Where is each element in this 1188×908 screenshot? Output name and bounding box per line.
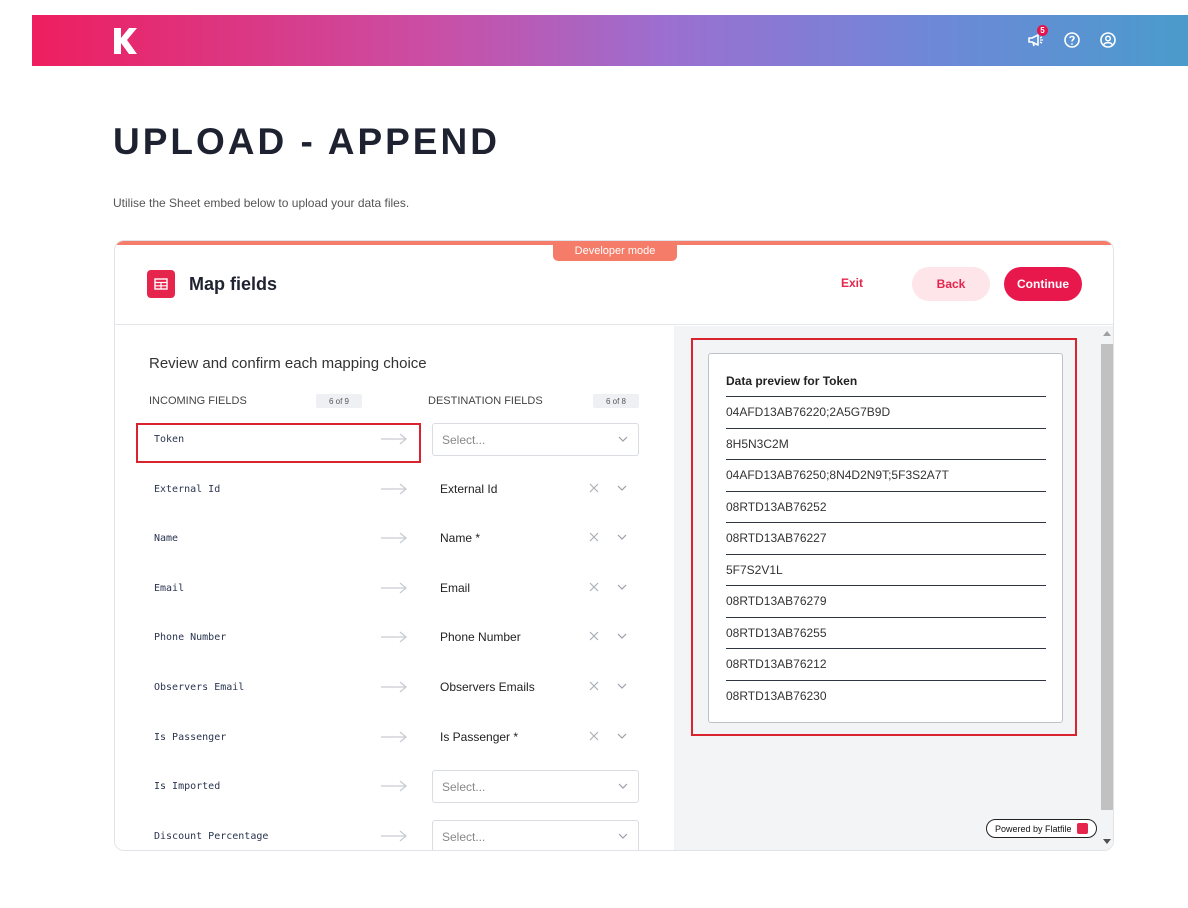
destination-count: 6 of 8 [593,394,639,408]
destination-field-value[interactable]: External Id [440,482,497,496]
scroll-up-arrow-icon[interactable] [1103,331,1111,336]
chevron-down-icon [618,833,628,839]
incoming-fields-header: INCOMING FIELDS [149,395,247,407]
chevron-down-icon [618,436,628,442]
clear-icon[interactable] [589,532,599,542]
preview-value: 08RTD13AB76227 [726,522,1046,554]
preview-scrollbar[interactable] [1099,326,1113,850]
flatfile-logo-icon [1076,823,1088,834]
notification-badge: 5 [1037,25,1048,36]
mapping-row: Email Email [115,572,674,606]
mapping-row: Observers Email Observers Emails [115,671,674,705]
incoming-count: 6 of 9 [316,394,362,408]
clear-icon[interactable] [589,483,599,493]
preview-value: 08RTD13AB76230 [726,679,1046,712]
select-placeholder: Select... [442,829,486,844]
arrow-right-icon [381,731,408,743]
table-icon [147,270,175,298]
preview-panel: Data preview for Token 04AFD13AB76220;2A… [674,326,1113,850]
highlight-token-field [136,423,421,463]
card-title: Map fields [189,274,278,294]
arrow-right-icon [381,681,408,693]
arrow-right-icon [381,483,408,495]
preview-value: 08RTD13AB76252 [726,490,1046,523]
preview-value: 8H5N3C2M [726,427,1046,460]
incoming-field-label: Phone Number [154,632,227,644]
mapping-row: Phone Number Phone Number [115,621,674,655]
chevron-down-icon [618,783,628,790]
continue-button[interactable]: Continue [1004,267,1082,301]
clear-icon[interactable] [589,681,599,691]
destination-select[interactable]: Select... [432,423,639,456]
destination-field-value[interactable]: Phone Number [440,630,521,644]
logo-icon[interactable] [112,26,138,56]
chevron-down-icon[interactable] [617,633,627,640]
help-button[interactable] [1060,28,1084,52]
destination-fields-header: DESTINATION FIELDS [428,395,543,407]
scrollbar-thumb[interactable] [1101,344,1113,810]
preview-value: 04AFD13AB76250;8N4D2N9T;5F3S2A7T [726,459,1046,491]
mapping-row: Discount Percentage Select... [115,819,674,850]
chevron-down-icon[interactable] [617,683,627,690]
mapping-panel: Review and confirm each mapping choice I… [115,326,674,850]
incoming-field-label: Is Imported [154,781,221,793]
mapping-row: Name Name * [115,522,674,556]
mapping-row: Is Imported Select... [115,770,674,804]
select-placeholder: Select... [442,433,486,447]
incoming-field-label: Observers Email [154,682,245,693]
arrow-right-icon [381,532,408,544]
preview-value: 04AFD13AB76220;2A5G7B9D [726,396,1046,428]
incoming-field-label: Discount Percentage [154,830,269,842]
top-nav-bar: 5 [32,15,1188,66]
chevron-down-icon[interactable] [617,485,627,492]
destination-field-value[interactable]: Is Passenger * [440,730,518,744]
preview-value: 08RTD13AB76212 [726,648,1046,680]
arrow-right-icon [381,631,408,643]
arrow-right-icon [381,780,408,792]
preview-title: Data preview for Token [726,374,858,388]
chevron-down-icon[interactable] [617,733,627,740]
account-button[interactable] [1096,28,1120,52]
help-icon [1064,32,1080,48]
incoming-field-label: External Id [154,483,221,495]
destination-select[interactable]: Select... [432,770,639,804]
card-header: Map fields Exit Back Continue [115,245,1113,325]
incoming-field-label: Is Passenger [154,731,227,743]
preview-value: 08RTD13AB76255 [726,616,1046,649]
account-icon [1100,32,1116,48]
data-preview-box: Data preview for Token 04AFD13AB76220;2A… [708,353,1063,723]
chevron-down-icon[interactable] [617,534,627,541]
preview-value: 5F7S2V1L [726,553,1046,586]
clear-icon[interactable] [589,631,599,641]
clear-icon[interactable] [589,731,599,741]
exit-button[interactable]: Exit [841,276,863,290]
destination-field-value[interactable]: Observers Emails [440,680,535,694]
page-title: UPLOAD - APPEND [113,121,500,162]
powered-by-flatfile-link[interactable]: Powered by Flatfile [986,819,1097,838]
incoming-field-label: Email [154,582,185,594]
mapping-row: External Id External Id [115,473,674,507]
destination-field-value[interactable]: Email [440,581,470,595]
clear-icon[interactable] [589,582,599,592]
notifications-button[interactable]: 5 [1024,25,1048,52]
page-subtitle: Utilise the Sheet embed below to upload … [113,196,410,210]
chevron-down-icon[interactable] [617,584,627,591]
select-placeholder: Select... [442,780,486,795]
preview-list: 04AFD13AB76220;2A5G7B9D 8H5N3C2M 04AFD13AB… [726,396,1046,711]
arrow-right-icon [381,830,408,842]
mapping-row: Is Passenger Is Passenger * [115,721,674,755]
incoming-field-label: Name [154,533,179,545]
arrow-right-icon [381,582,408,594]
powered-by-label: Powered by Flatfile [995,823,1072,834]
destination-field-value[interactable]: Name * [440,531,480,545]
mapping-heading: Review and confirm each mapping choice [149,355,427,372]
preview-value: 08RTD13AB76279 [726,585,1046,617]
destination-select[interactable]: Select... [432,819,639,850]
scroll-down-arrow-icon[interactable] [1103,839,1111,844]
flatfile-embed-card: Developer mode Map fields Exit Back Cont… [114,240,1114,851]
back-button[interactable]: Back [912,267,990,301]
